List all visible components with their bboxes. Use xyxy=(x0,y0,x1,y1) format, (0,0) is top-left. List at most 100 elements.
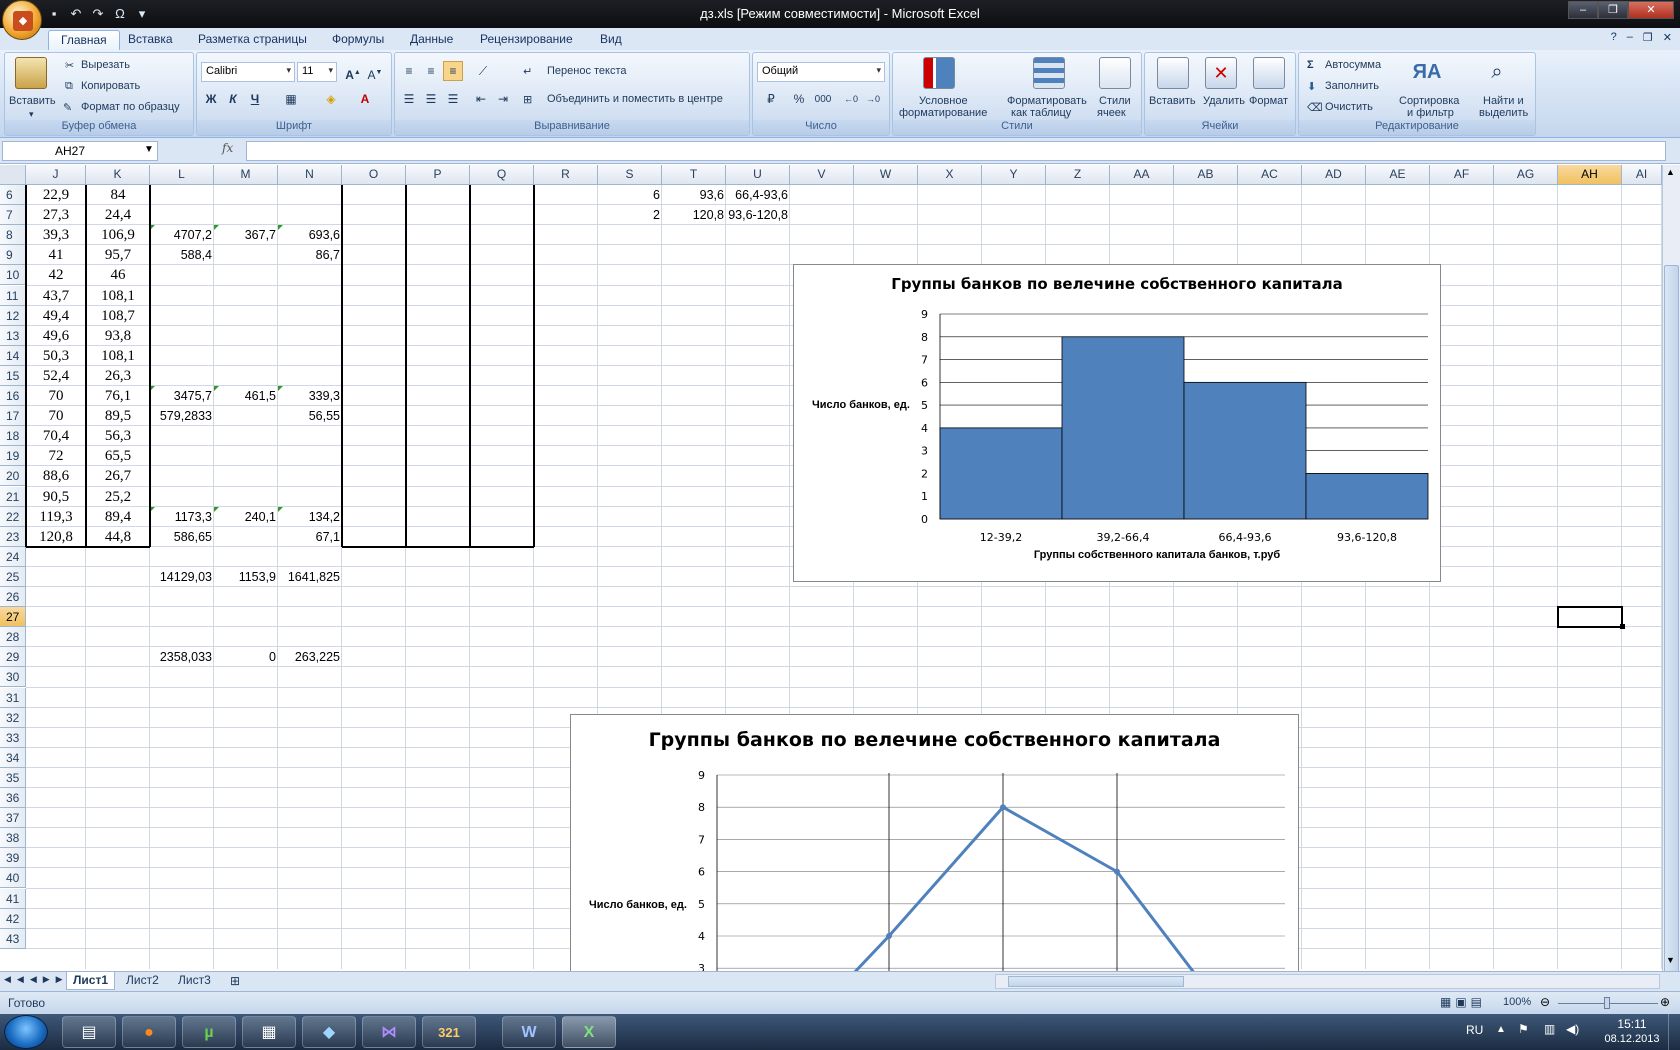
cell-k[interactable]: 65,5 xyxy=(86,446,150,466)
tray-flag-icon[interactable]: ⚑ xyxy=(1518,1022,1529,1036)
cell-k[interactable]: 46 xyxy=(86,265,150,285)
histogram-chart[interactable]: Группы банков по велечине собственного к… xyxy=(793,264,1441,582)
column-header[interactable]: O xyxy=(342,165,406,185)
column-header[interactable]: M xyxy=(214,165,278,185)
media-player-taskbar-icon[interactable]: 321 xyxy=(422,1016,476,1048)
column-header[interactable]: U xyxy=(726,165,790,185)
align-top-icon[interactable]: ≡ xyxy=(399,61,419,81)
cell-k[interactable]: 108,1 xyxy=(86,346,150,366)
tray-network-icon[interactable]: ▥ xyxy=(1544,1022,1555,1036)
cell-n23[interactable]: 67,1 xyxy=(278,527,342,547)
increase-indent-icon[interactable]: ⇥ xyxy=(493,89,513,109)
cell-k[interactable]: 89,5 xyxy=(86,406,150,426)
clock-date[interactable]: 08.12.2013 xyxy=(1600,1033,1664,1045)
cell-k[interactable]: 26,3 xyxy=(86,366,150,386)
cell-j[interactable]: 90,5 xyxy=(26,487,86,507)
cell-k[interactable]: 93,8 xyxy=(86,326,150,346)
row-header[interactable]: 23 xyxy=(0,526,26,547)
format-cells-icon[interactable] xyxy=(1253,57,1285,89)
align-middle-icon[interactable]: ≡ xyxy=(421,61,441,81)
column-header[interactable]: Y xyxy=(982,165,1046,185)
cell-k[interactable]: 89,4 xyxy=(86,507,150,527)
cell-l8[interactable]: 4707,2 xyxy=(150,225,214,245)
conditional-format-label-1[interactable]: Условное xyxy=(919,95,968,107)
column-header[interactable]: L xyxy=(150,165,214,185)
excel-taskbar-icon[interactable]: X xyxy=(562,1016,616,1048)
row-header[interactable]: 30 xyxy=(0,667,26,688)
scroll-up-icon[interactable]: ▲ xyxy=(1666,167,1675,177)
cell-s6[interactable]: 6 xyxy=(598,185,662,205)
cell-j[interactable]: 50,3 xyxy=(26,346,86,366)
sheet-tab-3[interactable]: Лист3 xyxy=(172,972,217,990)
row-header[interactable]: 16 xyxy=(0,386,26,407)
close-button[interactable]: ✕ xyxy=(1628,1,1674,19)
row-header[interactable]: 7 xyxy=(0,205,26,226)
row-header[interactable]: 21 xyxy=(0,486,26,507)
explorer-taskbar-icon[interactable]: ▤ xyxy=(62,1016,116,1048)
row-header[interactable]: 41 xyxy=(0,888,26,909)
cut-button[interactable]: Вырезать xyxy=(81,59,130,71)
currency-icon[interactable]: ₽ xyxy=(757,89,785,109)
column-header[interactable]: N xyxy=(278,165,342,185)
cell-l29[interactable]: 2358,033 xyxy=(150,647,214,667)
tab-home[interactable]: Главная xyxy=(48,30,120,50)
column-header[interactable]: AA xyxy=(1110,165,1174,185)
row-header[interactable]: 8 xyxy=(0,225,26,246)
wrap-text-icon[interactable]: ↵ xyxy=(523,65,532,78)
row-header[interactable]: 42 xyxy=(0,908,26,929)
cell-k[interactable]: 76,1 xyxy=(86,386,150,406)
cell-k[interactable]: 25,2 xyxy=(86,487,150,507)
cell-j[interactable]: 27,3 xyxy=(26,205,86,225)
cell-k[interactable]: 106,9 xyxy=(86,225,150,245)
column-header[interactable]: X xyxy=(918,165,982,185)
cell-s7[interactable]: 2 xyxy=(598,205,662,225)
number-format-select[interactable]: Общий xyxy=(757,62,885,82)
column-header[interactable]: V xyxy=(790,165,854,185)
copy-button[interactable]: Копировать xyxy=(81,80,140,92)
cell-u7[interactable]: 93,6-120,8 xyxy=(726,205,790,225)
cell-n29[interactable]: 263,225 xyxy=(278,647,342,667)
cell-j[interactable]: 119,3 xyxy=(26,507,86,527)
format-painter-button[interactable]: Формат по образцу xyxy=(81,101,180,113)
increase-decimal-icon[interactable]: ←0 xyxy=(841,89,861,109)
column-header[interactable]: S xyxy=(598,165,662,185)
insert-cells-button[interactable]: Вставить xyxy=(1149,95,1196,107)
cell-m8[interactable]: 367,7 xyxy=(214,225,278,245)
conditional-format-label-2[interactable]: форматирование xyxy=(899,107,987,119)
cell-k[interactable]: 84 xyxy=(86,185,150,205)
utorrent-taskbar-icon[interactable]: µ xyxy=(182,1016,236,1048)
cell-m29[interactable]: 0 xyxy=(214,647,278,667)
zoom-level[interactable]: 100% xyxy=(1503,996,1531,1008)
fill-icon[interactable]: ⬇ xyxy=(1307,80,1316,93)
calculator-taskbar-icon[interactable]: ▦ xyxy=(242,1016,296,1048)
row-header[interactable]: 26 xyxy=(0,587,26,608)
column-header[interactable]: W xyxy=(854,165,918,185)
sheet-tab-1[interactable]: Лист1 xyxy=(66,972,116,990)
find-select-label-1[interactable]: Найти и xyxy=(1483,95,1524,107)
row-header[interactable]: 18 xyxy=(0,426,26,447)
cell-k[interactable]: 108,1 xyxy=(86,286,150,306)
borders-icon[interactable]: ▦ xyxy=(281,89,301,109)
find-select-icon[interactable]: ⌕ xyxy=(1481,57,1513,89)
app-taskbar-icon[interactable]: ◆ xyxy=(302,1016,356,1048)
shrink-font-icon[interactable]: A▼ xyxy=(365,62,385,82)
cell-l25[interactable]: 14129,03 xyxy=(150,567,214,587)
sort-filter-icon[interactable]: ЯА xyxy=(1411,57,1443,89)
insert-cells-icon[interactable] xyxy=(1157,57,1189,89)
cell-j[interactable]: 70,4 xyxy=(26,426,86,446)
italic-button[interactable]: К xyxy=(223,89,243,109)
start-button[interactable] xyxy=(4,1015,48,1049)
insert-function-button[interactable]: fx xyxy=(222,141,233,155)
insert-sheet-icon[interactable]: ⊞ xyxy=(230,974,240,988)
orientation-icon[interactable]: ⟋ xyxy=(473,61,493,81)
column-header[interactable]: AB xyxy=(1174,165,1238,185)
row-header[interactable]: 34 xyxy=(0,747,26,768)
cell-l23[interactable]: 586,65 xyxy=(150,527,214,547)
row-header[interactable]: 10 xyxy=(0,265,26,286)
cell-m25[interactable]: 1153,9 xyxy=(214,567,278,587)
cell-j[interactable]: 49,4 xyxy=(26,306,86,326)
zoom-in-icon[interactable]: ⊕ xyxy=(1660,995,1670,1009)
format-cells-button[interactable]: Формат xyxy=(1249,95,1288,107)
row-header[interactable]: 24 xyxy=(0,546,26,567)
restore-button[interactable]: ❐ xyxy=(1598,1,1628,19)
